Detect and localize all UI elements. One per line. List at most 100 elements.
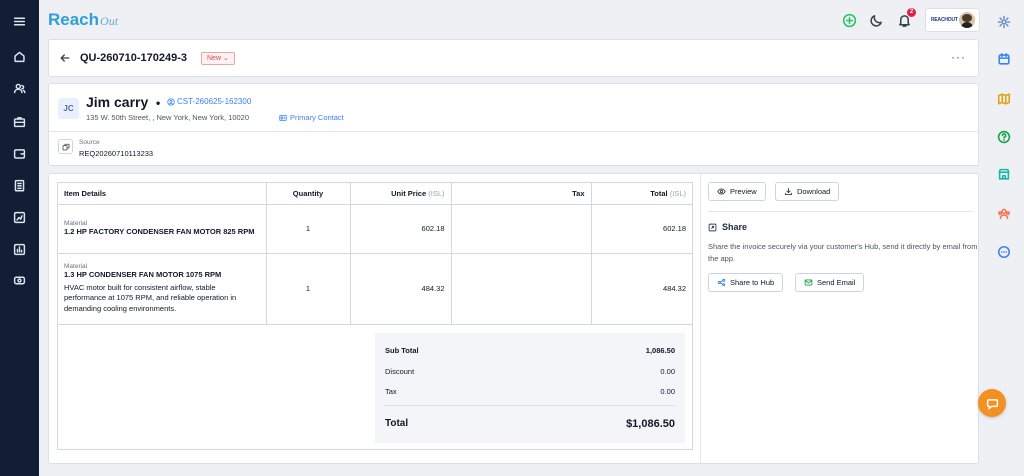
share-external-icon xyxy=(708,223,717,231)
item-type: Material xyxy=(64,220,88,227)
grand-total-value: $1,086.50 xyxy=(626,418,675,430)
calendar-icon[interactable] xyxy=(984,48,1024,70)
col-total: Total (ISL) xyxy=(591,183,692,205)
add-circle-icon[interactable] xyxy=(840,10,858,30)
customer-name[interactable]: Jim carry xyxy=(86,94,148,110)
download-label: Download xyxy=(797,187,831,196)
user-avatar xyxy=(959,12,975,28)
grand-total-label: Total xyxy=(385,418,409,429)
table-row[interactable]: Material 1.2 HP FACTORY CONDENSER FAN MO… xyxy=(58,204,692,254)
share-title: Share xyxy=(722,222,748,232)
more-options-icon[interactable]: ··· xyxy=(951,50,966,64)
quantity-cell: 1 xyxy=(266,253,351,325)
menu-icon[interactable] xyxy=(0,10,39,32)
reports-icon[interactable] xyxy=(0,206,39,228)
chevron-down-icon: ⌄ xyxy=(222,55,229,62)
col-quantity: Quantity xyxy=(266,183,351,205)
divider xyxy=(49,131,978,132)
notification-count-badge: 2 xyxy=(907,8,916,17)
tax-value: 0.00 xyxy=(660,387,675,396)
tax-label: Tax xyxy=(385,387,397,396)
quote-body: Item Details Quantity Unit Price (ISL) T… xyxy=(48,173,979,465)
store-icon[interactable] xyxy=(984,163,1024,185)
col-unit-price: Unit Price (ISL) xyxy=(350,183,452,205)
analytics-icon[interactable] xyxy=(0,238,39,260)
divider xyxy=(708,211,973,212)
quote-header: QU-260710-170249-3 New ⌄ ··· xyxy=(48,39,979,77)
email-icon xyxy=(804,279,813,286)
left-navigation xyxy=(0,0,39,476)
discount-value: 0.00 xyxy=(660,367,675,376)
company-logo: REACHOUT xyxy=(931,17,958,23)
unit-price-cell: 602.18 xyxy=(350,204,452,254)
total-label: Total xyxy=(650,188,668,198)
payments-icon[interactable] xyxy=(0,269,39,291)
preview-label: Preview xyxy=(730,187,757,196)
tax-cell xyxy=(451,253,592,325)
eye-icon xyxy=(717,188,726,195)
item-type: Material xyxy=(64,262,88,270)
share-heading: Share xyxy=(708,222,747,232)
divider xyxy=(385,405,675,406)
dark-mode-moon-icon[interactable] xyxy=(867,10,885,30)
primary-contact-label: Primary Contact xyxy=(290,113,344,122)
brand-name: Reach xyxy=(48,10,100,29)
chat-bubble-icon[interactable] xyxy=(984,241,1024,263)
subtotal-row: Sub Total 1,086.50 xyxy=(385,346,675,355)
brand-logo[interactable]: ReachOut xyxy=(48,10,118,30)
settings-gear-icon[interactable] xyxy=(984,11,1024,33)
col-tax: Tax xyxy=(451,183,592,205)
notification-bell-icon[interactable]: 2 xyxy=(895,8,916,30)
source-link-icon[interactable] xyxy=(58,139,73,154)
quantity-cell: 1 xyxy=(266,204,351,254)
help-icon[interactable] xyxy=(984,126,1024,148)
unit-price-label: Unit Price xyxy=(391,188,427,198)
map-icon[interactable] xyxy=(984,88,1024,110)
customers-icon[interactable] xyxy=(0,77,39,99)
table-header-row: Item Details Quantity Unit Price (ISL) T… xyxy=(58,183,692,205)
send-email-button[interactable]: Send Email xyxy=(795,273,865,292)
contact-card-icon xyxy=(279,114,287,121)
tax-row: Tax 0.00 xyxy=(385,387,675,396)
item-name: 1.3 HP CONDENSER FAN MOTOR 1075 RPM xyxy=(64,269,222,279)
source-value: REQ20260710113233 xyxy=(79,149,154,158)
total-cell: 484.32 xyxy=(591,253,692,325)
jobs-icon[interactable] xyxy=(0,110,39,132)
send-email-label: Send Email xyxy=(817,278,856,287)
subtotal-value: 1,086.50 xyxy=(645,346,675,355)
customer-id-link[interactable]: CST-260625-162300 xyxy=(167,97,251,106)
divider xyxy=(700,174,701,465)
grand-total-row: Total $1,086.50 xyxy=(385,418,675,430)
wallet-icon[interactable] xyxy=(0,142,39,164)
item-details-cell: Material 1.3 HP CONDENSER FAN MOTOR 1075… xyxy=(58,253,267,325)
team-icon[interactable] xyxy=(984,203,1024,225)
invoices-icon[interactable] xyxy=(0,174,39,196)
unit-price-cell: 484.32 xyxy=(350,253,452,325)
tax-cell xyxy=(451,204,592,254)
separator-dot: • xyxy=(156,96,161,110)
share-to-hub-button[interactable]: Share to Hub xyxy=(708,273,784,292)
primary-contact-link[interactable]: Primary Contact xyxy=(279,113,344,122)
col-item-details: Item Details xyxy=(58,183,267,205)
line-items-table: Item Details Quantity Unit Price (ISL) T… xyxy=(57,182,693,450)
company-profile-menu[interactable]: REACHOUT xyxy=(925,8,980,32)
customer-avatar: JC xyxy=(58,98,79,119)
status-badge[interactable]: New ⌄ xyxy=(201,52,235,65)
table-row[interactable]: Material 1.3 HP CONDENSER FAN MOTOR 1075… xyxy=(58,253,692,325)
download-button[interactable]: Download xyxy=(775,182,840,201)
customer-id: CST-260625-162300 xyxy=(177,97,252,106)
share-to-hub-label: Share to Hub xyxy=(730,278,775,287)
live-chat-button[interactable] xyxy=(978,389,1006,417)
source-label: Source xyxy=(79,139,100,146)
currency-note: (ISL) xyxy=(428,188,445,198)
customer-card: JC Jim carry • CST-260625-162300 135 W. … xyxy=(48,83,979,166)
preview-button[interactable]: Preview xyxy=(708,182,766,201)
chat-icon xyxy=(986,398,998,410)
home-icon[interactable] xyxy=(0,45,39,67)
totals-summary: Sub Total 1,086.50 Discount 0.00 Tax 0.0… xyxy=(375,333,685,443)
quote-number: QU-260710-170249-3 xyxy=(80,52,188,64)
discount-row: Discount 0.00 xyxy=(385,367,675,376)
back-arrow-icon[interactable] xyxy=(59,52,73,66)
share-description: Share the invoice securely via your cust… xyxy=(708,242,978,263)
currency-note: (ISL) xyxy=(669,188,686,198)
